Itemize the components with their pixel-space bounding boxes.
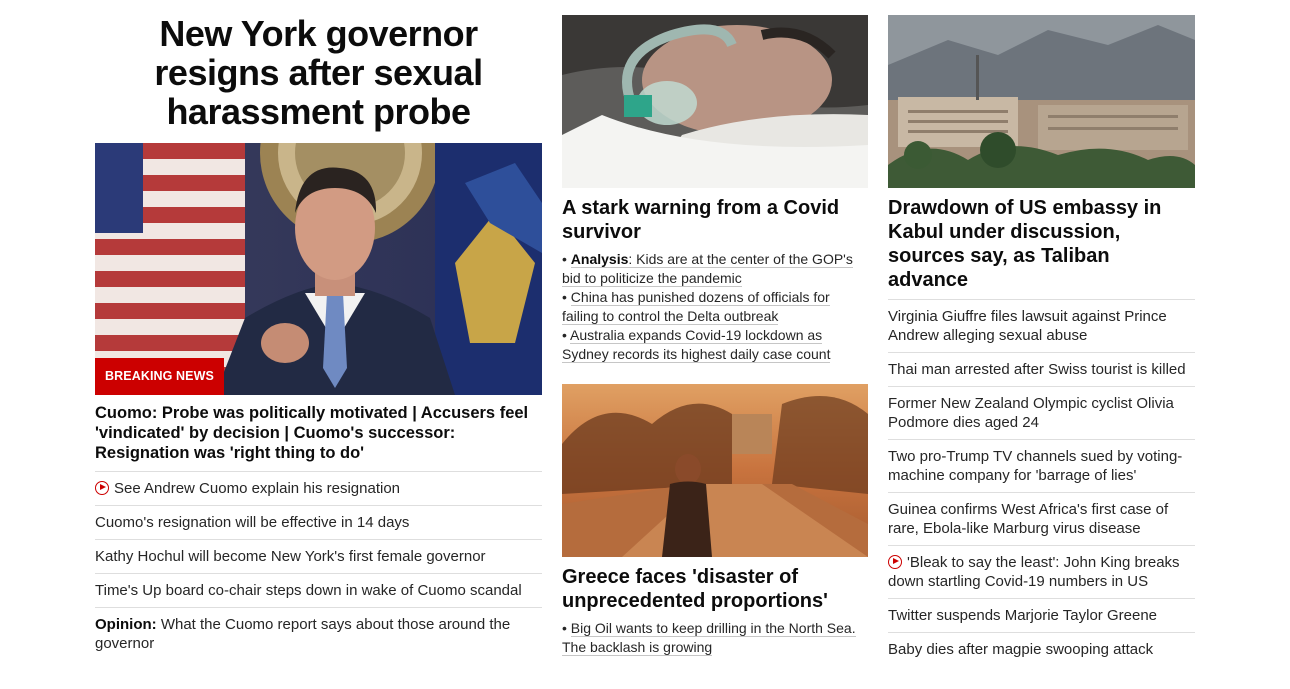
list-item[interactable]: Former New Zealand Olympic cyclist Olivi…	[888, 387, 1195, 440]
main-story-image[interactable]: BREAKING NEWS	[95, 143, 542, 395]
greece-story-title[interactable]: Greece faces 'disaster of unprecedented …	[562, 565, 868, 613]
covid-sub-3[interactable]: • Australia expands Covid-19 lockdown as…	[562, 326, 868, 364]
main-headline[interactable]: New York governor resigns after sexual h…	[95, 14, 542, 131]
story-link[interactable]: Kathy Hochul will become New York's firs…	[95, 548, 486, 565]
video-link[interactable]: 'Bleak to say the least': John King brea…	[888, 554, 1180, 590]
story-link[interactable]: Australia expands Covid-19 lockdown as S…	[562, 327, 831, 363]
list-item[interactable]: Two pro-Trump TV channels sued by voting…	[888, 440, 1195, 493]
play-circle-icon	[95, 481, 109, 495]
story-link[interactable]: Baby dies after magpie swooping attack	[888, 641, 1153, 658]
video-link[interactable]: See Andrew Cuomo explain his resignation	[114, 480, 400, 497]
story-link[interactable]: Cuomo's resignation will be effective in…	[95, 514, 409, 531]
list-item[interactable]: Virginia Giuffre files lawsuit against P…	[888, 300, 1195, 353]
main-story: New York governor resigns after sexual h…	[95, 14, 542, 660]
covid-story-image[interactable]	[562, 15, 868, 188]
main-story-lead[interactable]: Cuomo: Probe was politically motivated |…	[95, 403, 542, 472]
covid-story-title[interactable]: A stark warning from a Covid survivor	[562, 196, 868, 244]
list-item[interactable]: Thai man arrested after Swiss tourist is…	[888, 353, 1195, 387]
covid-patient-photo	[562, 15, 868, 188]
kabul-story: Drawdown of US embassy in Kabul under di…	[888, 15, 1195, 666]
list-item[interactable]: Kathy Hochul will become New York's firs…	[95, 540, 542, 574]
story-link[interactable]: Former New Zealand Olympic cyclist Olivi…	[888, 395, 1174, 431]
list-item[interactable]: Cuomo's resignation will be effective in…	[95, 506, 542, 540]
covid-story: A stark warning from a Covid survivor • …	[562, 15, 868, 656]
kabul-embassy-photo	[888, 15, 1195, 188]
headlines-list: Virginia Giuffre files lawsuit against P…	[888, 299, 1195, 666]
list-item[interactable]: Baby dies after magpie swooping attack	[888, 633, 1195, 666]
story-link[interactable]: China has punished dozens of officials f…	[562, 289, 830, 325]
story-link[interactable]: Thai man arrested after Swiss tourist is…	[888, 361, 1186, 378]
story-link[interactable]: Guinea confirms West Africa's first case…	[888, 501, 1168, 537]
list-item[interactable]: Opinion: What the Cuomo report says abou…	[95, 608, 542, 660]
main-story-related-list: See Andrew Cuomo explain his resignation…	[95, 472, 542, 660]
greece-story: Greece faces 'disaster of unprecedented …	[562, 384, 868, 657]
covid-sub-2[interactable]: • China has punished dozens of officials…	[562, 288, 868, 326]
covid-sub-1[interactable]: • Analysis: Kids are at the center of th…	[562, 250, 868, 288]
play-circle-icon	[888, 555, 902, 569]
story-link[interactable]: What the Cuomo report says about those a…	[95, 616, 510, 652]
greece-story-image[interactable]	[562, 384, 868, 557]
story-link[interactable]: Twitter suspends Marjorie Taylor Greene	[888, 607, 1157, 624]
list-item[interactable]: See Andrew Cuomo explain his resignation	[95, 472, 542, 506]
list-item[interactable]: Guinea confirms West Africa's first case…	[888, 493, 1195, 546]
story-link[interactable]: Two pro-Trump TV channels sued by voting…	[888, 448, 1182, 484]
kabul-story-title[interactable]: Drawdown of US embassy in Kabul under di…	[888, 196, 1195, 292]
story-link[interactable]: Time's Up board co-chair steps down in w…	[95, 582, 522, 599]
breaking-news-badge[interactable]: BREAKING NEWS	[95, 358, 224, 395]
list-item[interactable]: 'Bleak to say the least': John King brea…	[888, 546, 1195, 599]
greece-fire-photo	[562, 384, 868, 557]
kabul-story-image[interactable]	[888, 15, 1195, 188]
list-item[interactable]: Twitter suspends Marjorie Taylor Greene	[888, 599, 1195, 633]
story-link[interactable]: Virginia Giuffre files lawsuit against P…	[888, 308, 1167, 344]
story-link[interactable]: Big Oil wants to keep drilling in the No…	[562, 620, 856, 656]
greece-sub-1[interactable]: • Big Oil wants to keep drilling in the …	[562, 619, 868, 657]
list-item[interactable]: Time's Up board co-chair steps down in w…	[95, 574, 542, 608]
opinion-kicker: Opinion:	[95, 616, 157, 633]
analysis-kicker: Analysis	[570, 251, 629, 267]
